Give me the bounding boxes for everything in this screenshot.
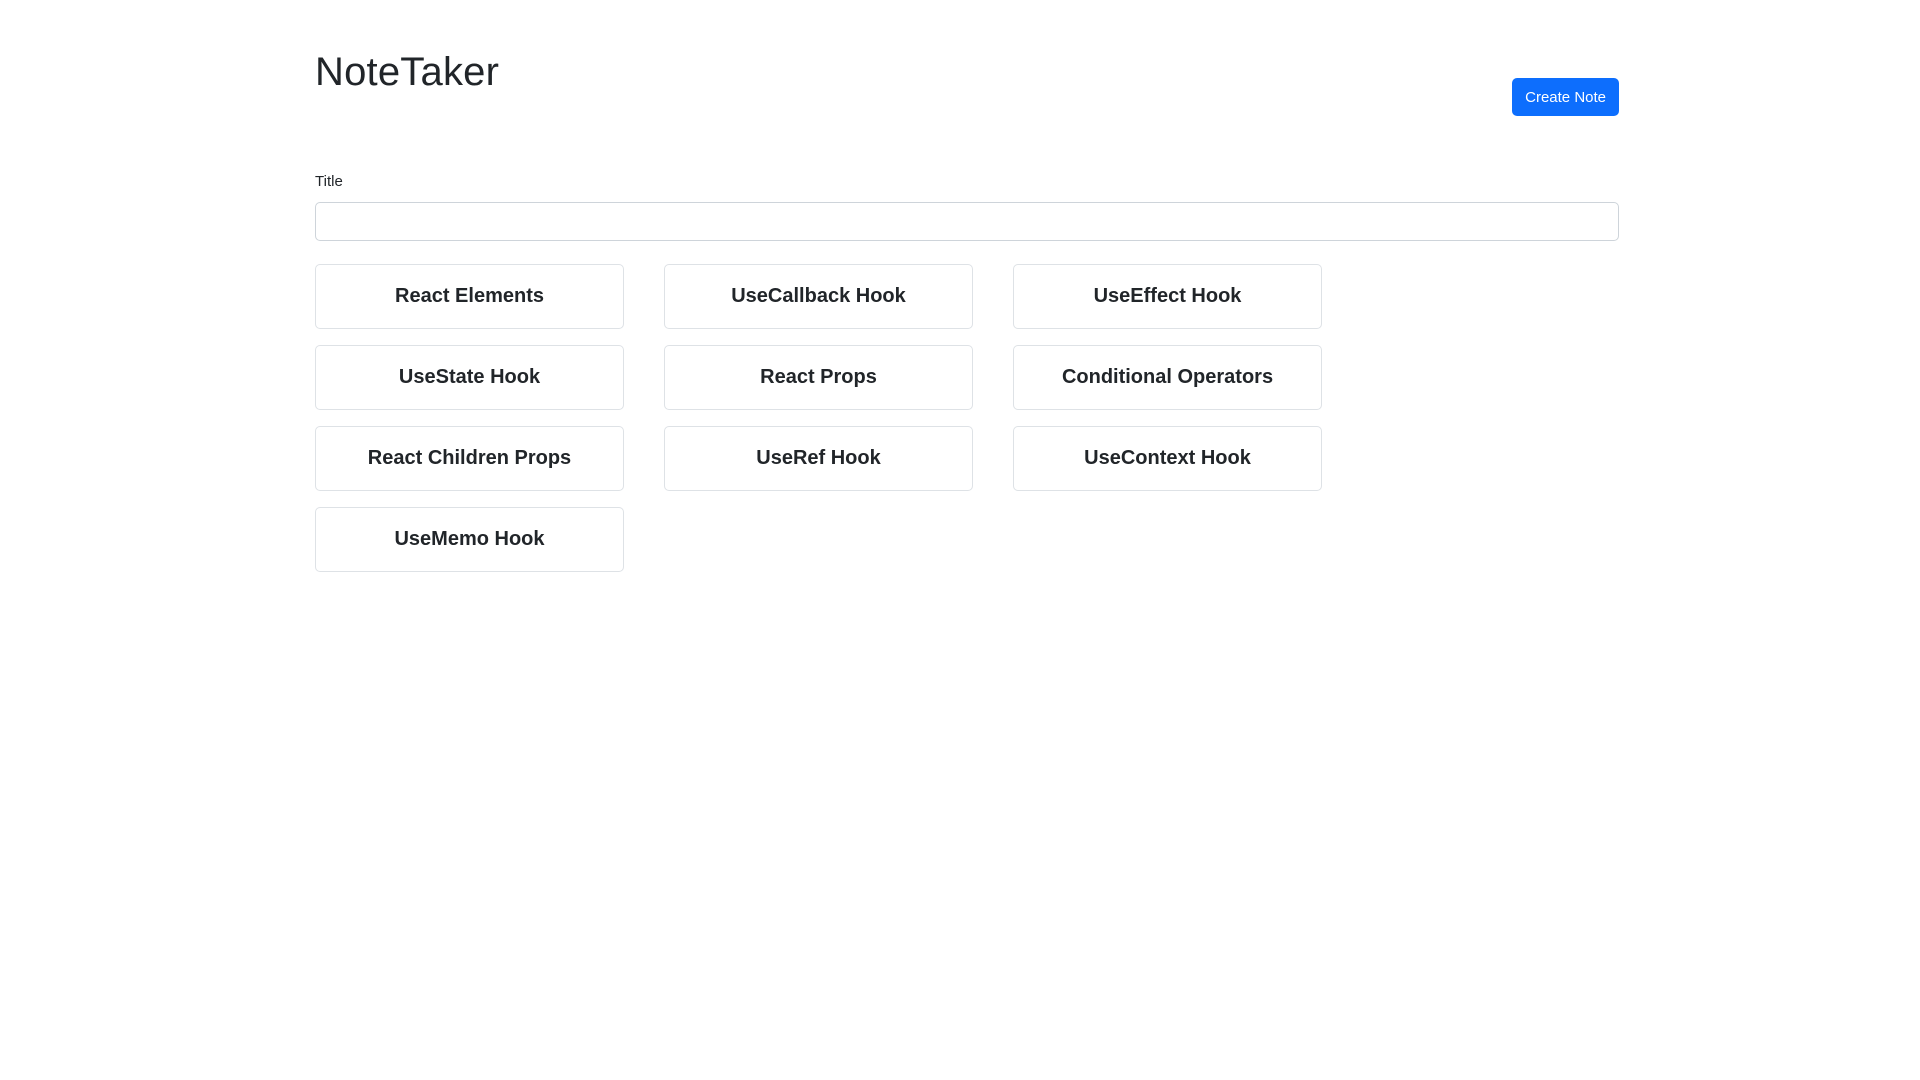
note-card[interactable]: React Children Props <box>315 426 624 491</box>
create-note-button[interactable]: Create Note <box>1512 78 1619 116</box>
note-title: Conditional Operators <box>1061 366 1274 388</box>
note-card[interactable]: UseState Hook <box>315 345 624 410</box>
note-title: UseMemo Hook <box>394 528 545 550</box>
note-title: UseCallback Hook <box>731 285 906 307</box>
title-input[interactable] <box>315 202 1619 241</box>
note-title: UseState Hook <box>398 366 541 388</box>
note-card[interactable]: React Elements <box>315 264 624 329</box>
note-title: React Elements <box>395 285 544 307</box>
note-card[interactable]: UseRef Hook <box>664 426 973 491</box>
note-title: UseRef Hook <box>756 447 881 469</box>
notes-grid: React Elements UseCallback Hook UseEffec… <box>315 264 1322 572</box>
note-title: UseContext Hook <box>1084 447 1251 469</box>
app-title: NoteTaker <box>315 50 500 94</box>
note-title: React Children Props <box>367 447 572 469</box>
note-card[interactable]: UseMemo Hook <box>315 507 624 572</box>
main-container: NoteTaker Create Note Title React Elemen… <box>315 0 1619 572</box>
title-label: Title <box>315 173 343 190</box>
note-card[interactable]: UseEffect Hook <box>1013 264 1322 329</box>
note-title: UseEffect Hook <box>1093 285 1242 307</box>
note-card[interactable]: React Props <box>664 345 973 410</box>
note-card[interactable]: UseCallback Hook <box>664 264 973 329</box>
note-card[interactable]: UseContext Hook <box>1013 426 1322 491</box>
note-title: React Props <box>760 366 877 388</box>
title-field: Title <box>315 173 1619 241</box>
header: NoteTaker Create Note <box>315 0 1619 130</box>
note-card[interactable]: Conditional Operators <box>1013 345 1322 410</box>
